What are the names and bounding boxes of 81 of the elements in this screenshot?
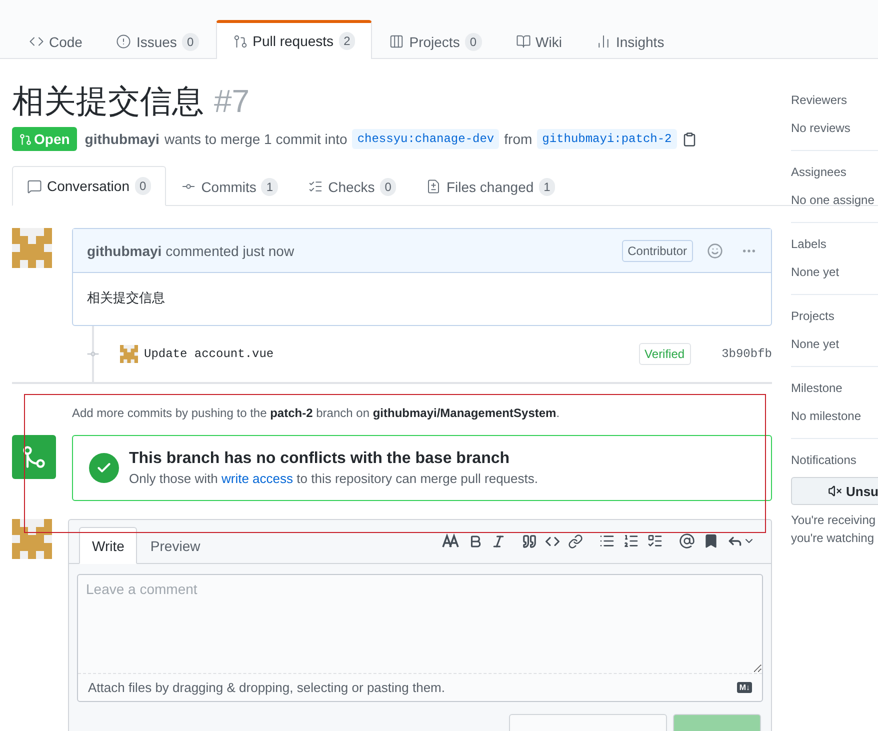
sidebar-heading: Notifications xyxy=(791,453,858,467)
counter: 0 xyxy=(380,178,396,196)
avatar xyxy=(120,345,138,363)
mention-icon[interactable] xyxy=(679,533,695,549)
sidebar-heading[interactable]: Reviewers xyxy=(791,93,878,107)
repo-tab[interactable]: Insights xyxy=(578,21,682,59)
avatar xyxy=(12,228,52,268)
editor-tab[interactable]: Write xyxy=(79,527,138,564)
from-text: from xyxy=(504,131,532,147)
diff-icon xyxy=(426,179,442,194)
commit-sha[interactable]: 3b90bfb xyxy=(722,347,772,361)
check-icon xyxy=(89,453,119,483)
unsubscribe-button[interactable]: Unsu xyxy=(791,477,878,505)
pr-number: #7 xyxy=(214,82,250,121)
clipboard-icon[interactable] xyxy=(682,132,697,146)
notification-text: You're receiving xyxy=(791,512,877,529)
sidebar-value: No one assigne xyxy=(791,193,876,207)
state-badge: Open xyxy=(12,127,77,151)
markdown-icon: M↓ xyxy=(737,682,752,693)
bookmark-icon[interactable] xyxy=(703,533,719,549)
sidebar-value: None yet xyxy=(791,265,840,279)
pr-tab[interactable]: Checks 0 xyxy=(293,166,412,206)
author-name: githubmayi xyxy=(84,131,160,147)
sidebar-value: No milestone xyxy=(791,409,862,423)
repo-tab[interactable]: Pull requests 2 xyxy=(216,20,372,59)
merge-status-text: Only those with write access to this repository can merge pull requests. xyxy=(129,471,538,486)
emoji-icon[interactable] xyxy=(707,242,723,258)
counter: 0 xyxy=(134,177,152,195)
base-branch[interactable]: chessyu:chanage-dev xyxy=(352,129,500,149)
pr-tab[interactable]: Files changed 1 xyxy=(411,166,570,206)
repo-tab[interactable]: Issues 0 xyxy=(99,21,216,59)
numbered-list-icon[interactable] xyxy=(623,533,639,549)
repo-tab[interactable]: Projects 0 xyxy=(372,21,499,59)
comment-time: commented just now xyxy=(166,242,294,258)
pr-tab[interactable]: Conversation 0 xyxy=(12,166,166,206)
comment-body: 相关提交信息 xyxy=(86,289,166,307)
attach-hint: Attach files by dragging & dropping, selecting or pasting them. xyxy=(88,680,446,695)
avatar xyxy=(12,519,52,559)
head-branch[interactable]: githubmayi:patch-2 xyxy=(537,129,677,149)
counter: 1 xyxy=(261,178,278,196)
author-name[interactable]: githubmayi xyxy=(87,242,162,258)
sidebar-heading[interactable]: Labels xyxy=(791,237,878,251)
pr-title: 相关提交信息 xyxy=(12,82,204,121)
link-icon[interactable] xyxy=(568,534,583,548)
editor-tab[interactable]: Preview xyxy=(137,527,214,564)
notification-text: you're watching xyxy=(791,530,876,547)
merge-status-title: This branch has no conflicts with the base branch xyxy=(129,450,511,468)
comment-field[interactable]: Leave a comment Attach files by dragging & dropping, selecting or pasting them. M↓ xyxy=(77,574,763,702)
heading-icon[interactable] xyxy=(442,533,460,549)
issue-icon xyxy=(116,34,132,49)
counter: 0 xyxy=(182,32,199,50)
pr-tab[interactable]: Commits 1 xyxy=(166,166,294,206)
quote-icon[interactable] xyxy=(522,534,537,548)
bold-icon[interactable] xyxy=(468,534,483,548)
repo-tab[interactable]: Code xyxy=(12,21,100,59)
sidebar-heading[interactable]: Projects xyxy=(791,309,878,323)
merge-text: wants to merge 1 commit into xyxy=(164,131,348,147)
repo-tab[interactable]: Wiki xyxy=(498,21,579,59)
graph-icon xyxy=(596,34,611,49)
sidebar-value: None yet xyxy=(791,337,840,351)
project-icon xyxy=(389,34,404,49)
task-list-icon[interactable] xyxy=(647,533,663,549)
role-label: Contributor xyxy=(622,240,693,262)
counter: 1 xyxy=(538,178,556,196)
sidebar-value: No reviews xyxy=(791,121,852,135)
checks-icon xyxy=(308,179,324,194)
mute-icon xyxy=(828,484,842,498)
counter: 2 xyxy=(338,32,356,50)
merge-icon xyxy=(12,435,56,479)
verified-label: Verified xyxy=(638,343,691,365)
pr-icon xyxy=(232,34,248,48)
sidebar-heading[interactable]: Milestone xyxy=(791,381,878,395)
wiki-icon xyxy=(516,34,531,49)
counter: 0 xyxy=(464,32,482,50)
italic-icon[interactable] xyxy=(491,534,506,548)
comment-icon xyxy=(27,178,42,194)
push-hint: Add more commits by pushing to the patch-2 branch on githubmayi/ManagementSystem. xyxy=(72,406,561,420)
bullet-list-icon[interactable] xyxy=(599,533,615,549)
sidebar-heading[interactable]: Assignees xyxy=(791,165,878,179)
commit-message[interactable]: Update account.vue xyxy=(144,347,274,361)
write-access-link[interactable]: write access xyxy=(222,471,294,486)
